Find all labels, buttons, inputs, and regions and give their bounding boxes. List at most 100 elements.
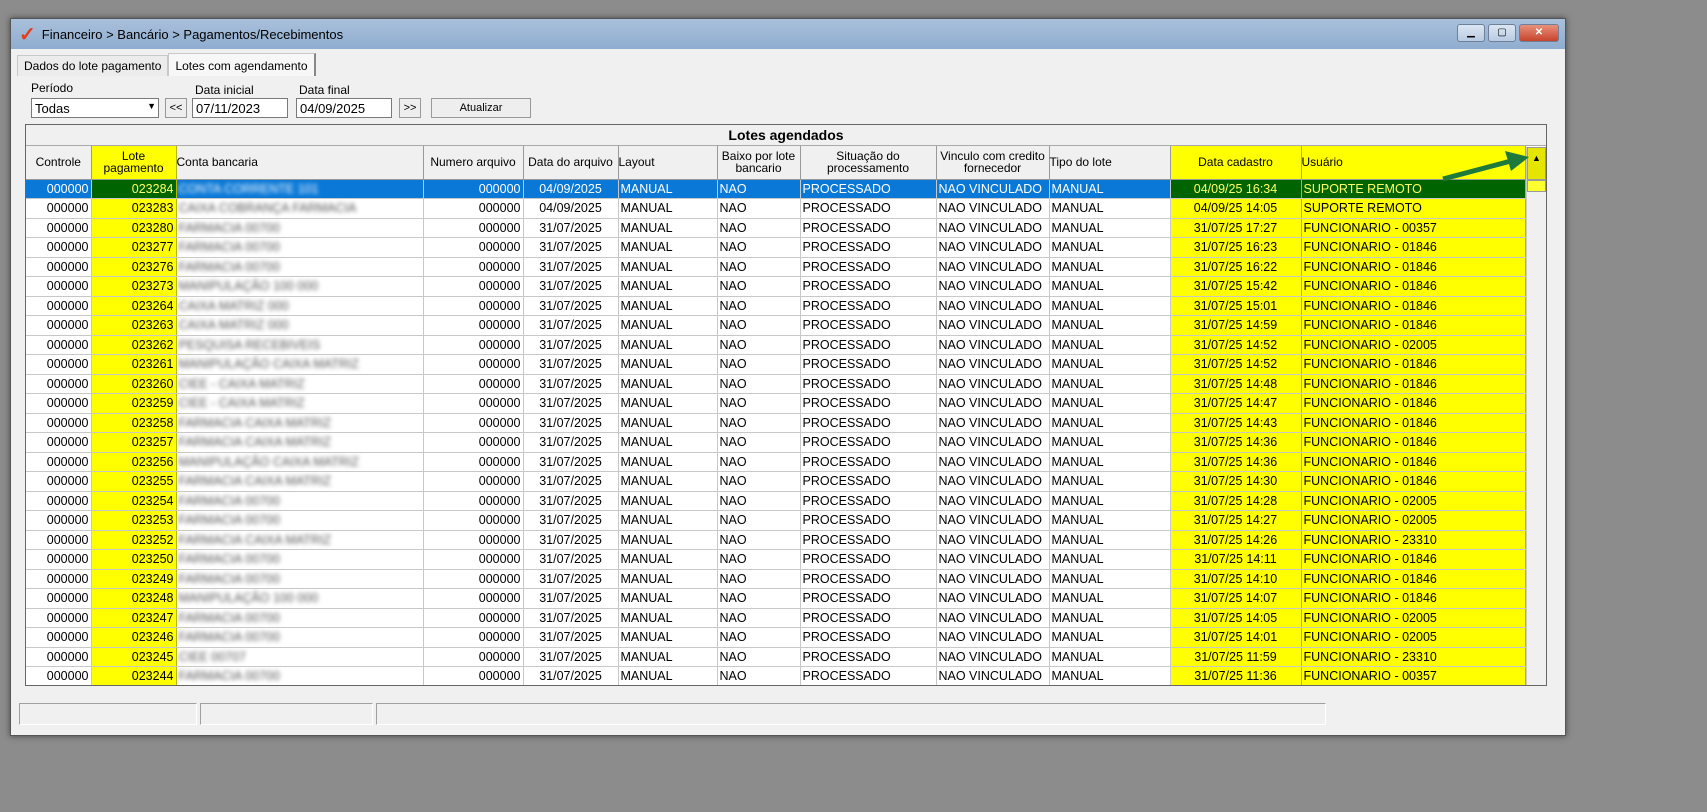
table-cell: NAO (717, 549, 801, 570)
table-row[interactable]: 000000 023262 PESQUISA RECEBIVEIS 000000 31/… (26, 335, 1526, 355)
table-cell: PROCESSADO (800, 257, 937, 277)
table-cell: 31/07/25 14:05 (1170, 608, 1302, 628)
table-cell: 000000 (26, 179, 92, 199)
column-header[interactable]: Layout (618, 146, 718, 180)
minimize-button[interactable]: ▁ (1457, 24, 1485, 42)
table-cell: 000000 (423, 588, 524, 609)
table-cell: 31/07/2025 (523, 510, 619, 531)
table-cell: PROCESSADO (800, 530, 937, 550)
close-button[interactable]: ✕ (1519, 24, 1559, 42)
table-cell: FARMACIA 00700 (176, 666, 424, 685)
table-row[interactable]: 000000 023252 FARMACIA CAIXA MATRIZ 000000 3… (26, 530, 1526, 550)
table-row[interactable]: 000000 023257 FARMACIA CAIXA MATRIZ 000000 3… (26, 432, 1526, 453)
table-row[interactable]: 000000 023256 MANIPULAÇÃO CAIXA MATRIZ 0000… (26, 452, 1526, 472)
table-cell: NAO (717, 335, 801, 355)
table-row[interactable]: 000000 023263 CAIXA MATRIZ 000 000000 31/07/… (26, 315, 1526, 336)
table-cell: 31/07/25 14:52 (1170, 354, 1302, 375)
table-cell: MANIPULAÇÃO 100 000 (176, 276, 424, 297)
table-cell: NAO (717, 257, 801, 277)
table-cell: MANUAL (618, 413, 718, 433)
table-row[interactable]: 000000 023253 FARMACIA 00700 000000 31/07/20… (26, 510, 1526, 531)
tab-dados-lote[interactable]: Dados do lote pagamento (17, 55, 169, 76)
conta-bancaria-value: FARMACIA 00700 (178, 630, 280, 645)
table-cell: MANUAL (1049, 257, 1171, 277)
column-header[interactable]: Lote pagamento (91, 146, 177, 180)
table-row[interactable]: 000000 023260 CIEE - CAIXA MATRIZ 000000 31/… (26, 374, 1526, 394)
table-cell: NAO (717, 315, 801, 336)
column-header[interactable]: Situação do processamento (800, 146, 937, 180)
table-row[interactable]: 000000 023280 FARMACIA 00700 000000 31/07/20… (26, 218, 1526, 238)
table-cell: 000000 (26, 198, 92, 219)
table-cell: FARMACIA CAIXA MATRIZ (176, 530, 424, 550)
column-header[interactable]: Tipo do lote (1049, 146, 1171, 180)
table-row[interactable]: 000000 023277 FARMACIA 00700 000000 31/07/20… (26, 237, 1526, 258)
column-header[interactable]: Data do arquivo (523, 146, 619, 180)
table-cell: 31/07/25 14:07 (1170, 588, 1302, 609)
conta-bancaria-value: FARMACIA CAIXA MATRIZ (178, 415, 332, 430)
table-row[interactable]: 000000 023255 FARMACIA CAIXA MATRIZ 000000 3… (26, 471, 1526, 492)
table-row[interactable]: 000000 023283 CAIXA COBRANÇA FARMACIA 00000… (26, 198, 1526, 219)
table-cell: 023254 (91, 491, 177, 511)
table-cell: 000000 (26, 471, 92, 492)
table-row[interactable]: 000000 023247 FARMACIA 00700 000000 31/07/20… (26, 608, 1526, 628)
table-cell: 023284 (91, 179, 177, 199)
table-row[interactable]: 000000 023245 CIEE 00707 000000 31/07/2025 MA… (26, 647, 1526, 667)
data-final-input[interactable]: 04/09/2025 (296, 98, 392, 118)
table-cell: NAO (717, 237, 801, 258)
table-cell: NAO VINCULADO (936, 257, 1050, 277)
table-cell: 31/07/25 14:47 (1170, 393, 1302, 414)
table-row[interactable]: 000000 023244 FARMACIA 00700 000000 31/07/20… (26, 666, 1526, 685)
periodo-select[interactable]: Todas ▼ (31, 98, 159, 118)
column-header[interactable]: Data cadastro (1170, 146, 1302, 180)
lotes-grid: Lotes agendados Controle Lote pagamento Co… (25, 124, 1547, 686)
atualizar-button[interactable]: Atualizar (431, 98, 531, 118)
table-cell: FUNCIONARIO - 02005 (1301, 491, 1526, 511)
column-header[interactable]: Controle (26, 146, 92, 180)
table-cell: FARMACIA 00700 (176, 491, 424, 511)
status-panel (200, 703, 373, 725)
table-cell: MANUAL (618, 198, 718, 219)
table-row[interactable]: 000000 023261 MANIPULAÇÃO CAIXA MATRIZ 0000… (26, 354, 1526, 375)
table-row[interactable]: 000000 023254 FARMACIA 00700 000000 31/07/20… (26, 491, 1526, 511)
table-cell: 04/09/2025 (523, 179, 619, 199)
table-cell: NAO (717, 491, 801, 511)
column-header[interactable]: Baixo por lote bancario (717, 146, 801, 180)
status-panel (19, 703, 197, 725)
table-cell: MANUAL (618, 452, 718, 472)
table-cell: 31/07/25 16:23 (1170, 237, 1302, 258)
column-header[interactable]: Conta bancaria (176, 146, 424, 180)
next-period-button[interactable]: >> (399, 98, 421, 118)
conta-bancaria-value: FARMACIA 00700 (178, 552, 280, 567)
table-cell: MANUAL (1049, 432, 1171, 453)
table-row[interactable]: 000000 023259 CIEE - CAIXA MATRIZ 000000 31/… (26, 393, 1526, 414)
table-cell: FUNCIONARIO - 23310 (1301, 647, 1526, 667)
maximize-button[interactable]: ▢ (1488, 24, 1516, 42)
conta-bancaria-value: CONTA CORRENTE 101 (178, 181, 319, 196)
table-cell: NAO (717, 393, 801, 414)
table-cell: FARMACIA CAIXA MATRIZ (176, 471, 424, 492)
prev-period-button[interactable]: << (165, 98, 187, 118)
data-inicial-input[interactable]: 07/11/2023 (192, 98, 288, 118)
table-row[interactable]: 000000 023248 MANIPULAÇÃO 100 000 000000 31/… (26, 588, 1526, 609)
table-row[interactable]: 000000 023273 MANIPULAÇÃO 100 000 000000 31/… (26, 276, 1526, 297)
conta-bancaria-value: FARMACIA 00700 (178, 610, 280, 625)
table-cell: NAO VINCULADO (936, 198, 1050, 219)
table-cell: MANUAL (618, 354, 718, 375)
table-cell: 31/07/25 17:27 (1170, 218, 1302, 238)
column-header[interactable]: Vinculo com credito fornecedor (936, 146, 1050, 180)
table-cell: 31/07/25 14:01 (1170, 627, 1302, 648)
column-header[interactable]: Numero arquivo (423, 146, 524, 180)
tab-lotes-agendamento[interactable]: Lotes com agendamento (168, 53, 316, 76)
title-bar: ✓ Financeiro > Bancário > Pagamentos/Rec… (11, 19, 1565, 49)
table-cell: MANUAL (1049, 393, 1171, 414)
vertical-scrollbar[interactable]: ▲ (1526, 147, 1546, 685)
table-row[interactable]: 000000 023258 FARMACIA CAIXA MATRIZ 000000 3… (26, 413, 1526, 433)
table-row[interactable]: 000000 023284 CONTA CORRENTE 101 000000 04/0… (26, 179, 1526, 199)
table-cell: 000000 (26, 335, 92, 355)
table-row[interactable]: 000000 023246 FARMACIA 00700 000000 31/07/20… (26, 627, 1526, 648)
table-row[interactable]: 000000 023276 FARMACIA 00700 000000 31/07/20… (26, 257, 1526, 277)
table-row[interactable]: 000000 023250 FARMACIA 00700 000000 31/07/20… (26, 549, 1526, 570)
table-cell: CAIXA MATRIZ 000 (176, 296, 424, 316)
table-row[interactable]: 000000 023264 CAIXA MATRIZ 000 000000 31/07/… (26, 296, 1526, 316)
table-row[interactable]: 000000 023249 FARMACIA 00700 000000 31/07/20… (26, 569, 1526, 589)
